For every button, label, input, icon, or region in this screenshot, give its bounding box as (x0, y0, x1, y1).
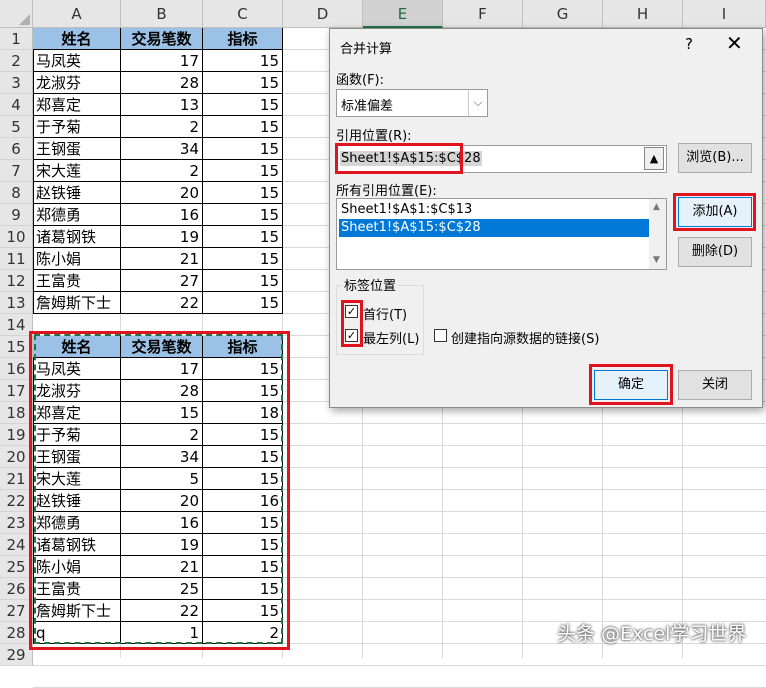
table-header-cell[interactable]: 姓名 (33, 28, 121, 50)
column-header-E[interactable]: E (363, 0, 443, 28)
consolidate-dialog[interactable]: 合并计算 ? ✕ 函数(F): 标准偏差 ⌵ 引用位置(R): Sheet1!$… (329, 28, 763, 408)
table-cell[interactable]: 28 (121, 72, 203, 94)
table-header-cell[interactable]: 交易笔数 (121, 28, 203, 50)
watermark: 头条 @Excel学习世界 (557, 623, 747, 645)
table-cell[interactable]: 15 (203, 160, 283, 182)
row-header-5[interactable]: 5 (0, 116, 33, 138)
table-cell[interactable]: 19 (121, 226, 203, 248)
highlight-ok (589, 364, 673, 405)
select-all-corner[interactable] (0, 0, 33, 28)
column-header-D[interactable]: D (283, 0, 363, 28)
column-header-H[interactable]: H (603, 0, 683, 28)
close-icon[interactable]: ✕ (726, 31, 743, 55)
table-cell[interactable]: 15 (203, 50, 283, 72)
table-cell[interactable]: 郑德勇 (33, 204, 121, 226)
table-cell[interactable]: 诸葛钢铁 (33, 226, 121, 248)
table-cell[interactable]: 郑喜定 (33, 94, 121, 116)
table-cell[interactable]: 2 (121, 116, 203, 138)
table-cell[interactable]: 于予菊 (33, 116, 121, 138)
reference-item-selected[interactable]: Sheet1!$A$15:$C$28 (339, 219, 651, 237)
table-cell[interactable]: 15 (203, 72, 283, 94)
table-cell[interactable]: 马凤英 (33, 50, 121, 72)
chevron-down-icon[interactable]: ⌵ (468, 90, 487, 116)
column-header-I[interactable]: I (683, 0, 766, 28)
help-icon[interactable]: ? (685, 35, 693, 53)
row-header-8[interactable]: 8 (0, 182, 33, 204)
table-cell[interactable]: 15 (203, 292, 283, 314)
table-cell[interactable]: 16 (121, 204, 203, 226)
row-header-7[interactable]: 7 (0, 160, 33, 182)
table-cell[interactable]: 15 (203, 248, 283, 270)
reference-item[interactable]: Sheet1!$A$1:$C$13 (339, 201, 651, 219)
table-cell[interactable]: 21 (121, 248, 203, 270)
scroll-down-icon[interactable]: ▼ (653, 255, 660, 265)
list-scrollbar[interactable]: ▲ ▼ (649, 199, 666, 269)
row-header-4[interactable]: 4 (0, 94, 33, 116)
reference-label: 引用位置(R): (336, 129, 412, 144)
table-cell[interactable]: 15 (203, 138, 283, 160)
function-label: 函数(F): (336, 73, 385, 88)
table-cell[interactable]: 34 (121, 138, 203, 160)
left-column-label[interactable]: 最左列(L) (363, 328, 419, 347)
row-header-2[interactable]: 2 (0, 50, 33, 72)
table-cell[interactable]: 宋大莲 (33, 160, 121, 182)
highlight-checkboxes (341, 300, 363, 347)
dialog-title: 合并计算 (340, 42, 393, 57)
table-cell[interactable]: 15 (203, 270, 283, 292)
table-cell[interactable]: 詹姆斯下士 (33, 292, 121, 314)
column-header-C[interactable]: C (203, 0, 283, 28)
gridline (33, 665, 766, 666)
table-cell[interactable]: 27 (121, 270, 203, 292)
row-header-3[interactable]: 3 (0, 72, 33, 94)
scroll-up-icon[interactable]: ▲ (653, 202, 660, 212)
row-header-13[interactable]: 13 (0, 292, 33, 314)
table-cell[interactable]: 龙淑芬 (33, 72, 121, 94)
table-cell[interactable]: 17 (121, 50, 203, 72)
function-select[interactable]: 标准偏差 ⌵ (336, 89, 488, 117)
table-cell[interactable]: 赵铁锤 (33, 182, 121, 204)
function-value: 标准偏差 (341, 99, 394, 114)
table-cell[interactable]: 15 (203, 204, 283, 226)
close-button[interactable]: 关闭 (678, 370, 752, 400)
highlight-add (673, 193, 756, 231)
table-cell[interactable]: 王富贵 (33, 270, 121, 292)
table-cell[interactable]: 15 (203, 182, 283, 204)
table-cell[interactable]: 15 (203, 226, 283, 248)
label-position-title: 标签位置 (342, 275, 399, 294)
delete-button[interactable]: 删除(D) (678, 237, 752, 267)
collapse-dialog-icon[interactable]: ▲ (644, 147, 664, 170)
table-cell[interactable]: 13 (121, 94, 203, 116)
create-links-label[interactable]: 创建指向源数据的链接(S) (451, 328, 599, 347)
all-references-label: 所有引用位置(E): (336, 184, 437, 199)
all-references-list[interactable]: Sheet1!$A$1:$C$13 Sheet1!$A$15:$C$28 ▲ ▼ (336, 198, 667, 270)
row-header-10[interactable]: 10 (0, 226, 33, 248)
table-cell[interactable]: 2 (121, 160, 203, 182)
row-header-11[interactable]: 11 (0, 248, 33, 270)
table-cell[interactable]: 陈小娟 (33, 248, 121, 270)
table-cell[interactable]: 王钢蛋 (33, 138, 121, 160)
row-header-6[interactable]: 6 (0, 138, 33, 160)
highlight-table2 (29, 331, 290, 650)
column-header-A[interactable]: A (33, 0, 121, 28)
top-row-label[interactable]: 首行(T) (363, 304, 407, 323)
table-header-cell[interactable]: 指标 (203, 28, 283, 50)
row-header-12[interactable]: 12 (0, 270, 33, 292)
table-cell[interactable]: 22 (121, 292, 203, 314)
column-header-F[interactable]: F (443, 0, 523, 28)
table-cell[interactable]: 15 (203, 94, 283, 116)
column-header-B[interactable]: B (121, 0, 203, 28)
table-cell[interactable]: 15 (203, 116, 283, 138)
table-cell[interactable]: 20 (121, 182, 203, 204)
create-links-checkbox[interactable] (434, 329, 447, 342)
browse-button[interactable]: 浏览(B)... (678, 143, 752, 173)
row-header-1[interactable]: 1 (0, 28, 33, 50)
row-header-9[interactable]: 9 (0, 204, 33, 226)
highlight-reference (335, 143, 463, 174)
column-header-G[interactable]: G (523, 0, 603, 28)
